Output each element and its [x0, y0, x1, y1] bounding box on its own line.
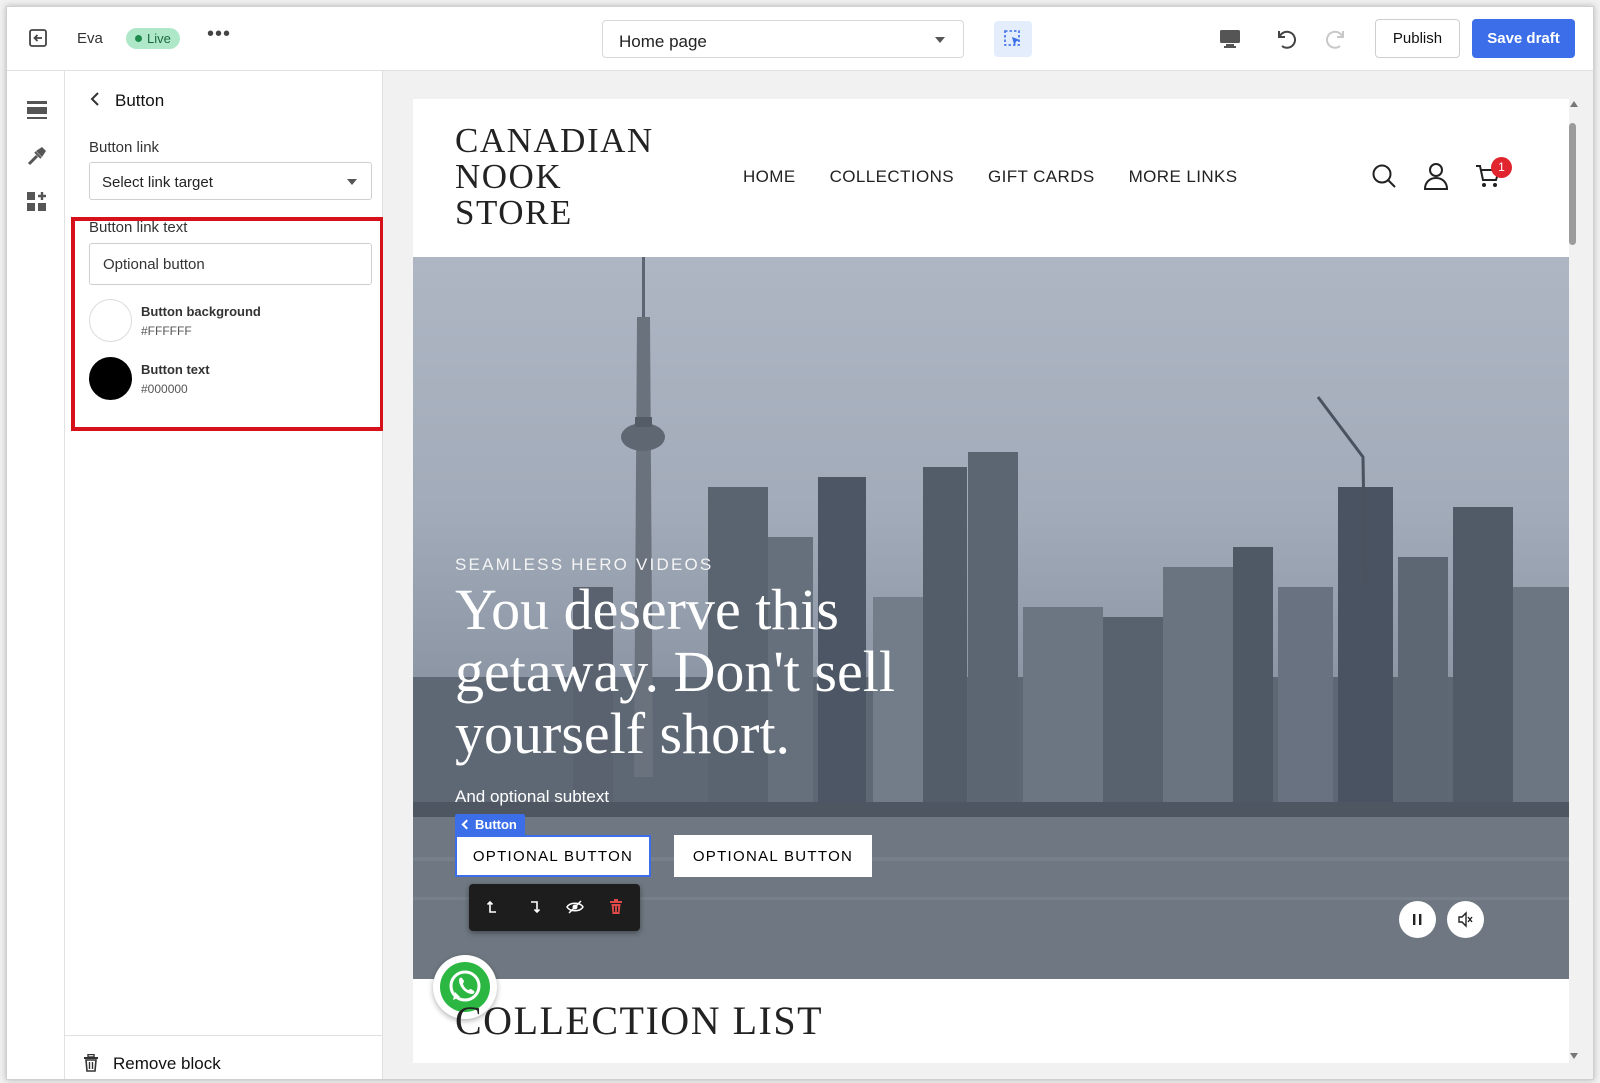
move-down-icon[interactable]	[525, 898, 543, 916]
block-settings-panel: Button Button link Select link target Bu…	[65, 71, 384, 1079]
redo-icon[interactable]	[1325, 27, 1349, 56]
logo-line: NOOK	[455, 157, 563, 196]
scroll-down-arrow-icon[interactable]	[1570, 1053, 1578, 1059]
selected-block-tag[interactable]: Button	[455, 814, 525, 835]
preview-scrollbar[interactable]	[1567, 99, 1579, 1063]
hero-subtext: And optional subtext	[455, 787, 610, 806]
pause-button[interactable]	[1399, 901, 1436, 938]
logo-line: CANADIAN	[455, 121, 654, 160]
block-toolbar	[469, 884, 640, 931]
page-selector[interactable]: Home page	[602, 20, 964, 58]
back-arrow-icon[interactable]	[87, 91, 103, 107]
link-target-value: Select link target	[102, 174, 213, 191]
preview-area: CANADIAN NOOK STORE HOME COLLECTIONS GIF…	[383, 71, 1593, 1079]
inspector-button[interactable]	[994, 21, 1032, 57]
scroll-up-arrow-icon[interactable]	[1570, 101, 1578, 107]
undo-icon[interactable]	[1273, 27, 1297, 56]
editor-window: Eva Live ••• Home page Publish Save draf…	[6, 6, 1594, 1080]
logo-line: STORE	[455, 193, 573, 232]
pause-icon	[1413, 914, 1422, 925]
hide-eye-icon[interactable]	[566, 898, 584, 916]
hero-button-2[interactable]: OPTIONAL BUTTON	[674, 835, 872, 877]
panel-title: Button	[115, 91, 165, 110]
remove-block-button[interactable]: Remove block	[65, 1035, 383, 1079]
search-icon[interactable]	[1371, 163, 1397, 194]
main-nav: HOME COLLECTIONS GIFT CARDS MORE LINKS	[743, 167, 1237, 187]
cart-count-badge: 1	[1491, 157, 1512, 178]
nav-collections[interactable]: COLLECTIONS	[830, 167, 954, 187]
hero-button-1[interactable]: OPTIONAL BUTTON	[455, 835, 651, 877]
chevron-down-icon	[935, 37, 945, 43]
delete-icon[interactable]	[607, 898, 625, 916]
page-selector-value: Home page	[619, 32, 707, 51]
nav-gift-cards[interactable]: GIFT CARDS	[988, 167, 1095, 187]
move-up-icon[interactable]	[484, 898, 502, 916]
theme-settings-icon[interactable]	[26, 145, 48, 167]
chevron-down-icon	[347, 179, 357, 185]
apps-icon[interactable]	[26, 191, 48, 213]
scrollbar-thumb[interactable]	[1569, 123, 1576, 245]
select-cursor-icon	[1004, 30, 1020, 46]
more-menu-button[interactable]: •••	[207, 23, 231, 46]
nav-home[interactable]: HOME	[743, 167, 796, 187]
remove-block-label: Remove block	[113, 1054, 221, 1073]
hero-video-section[interactable]: SEAMLESS HERO VIDEOS You deserve this ge…	[413, 257, 1569, 979]
annotation-highlight-box	[71, 217, 384, 431]
store-preview: CANADIAN NOOK STORE HOME COLLECTIONS GIF…	[413, 99, 1569, 1063]
desktop-view-icon[interactable]	[1219, 29, 1241, 54]
account-icon[interactable]	[1423, 162, 1449, 195]
mute-icon	[1458, 911, 1473, 928]
sections-icon[interactable]	[26, 99, 48, 121]
left-rail	[7, 71, 65, 1079]
top-bar: Eva Live ••• Home page Publish Save draf…	[7, 7, 1593, 71]
store-name: Eva	[77, 30, 103, 47]
hero-eyebrow: SEAMLESS HERO VIDEOS	[455, 555, 714, 574]
mute-button[interactable]	[1447, 901, 1484, 938]
publish-button[interactable]: Publish	[1375, 19, 1460, 58]
store-logo[interactable]: CANADIAN NOOK STORE	[455, 123, 654, 231]
hero-heading: You deserve this getaway. Don't sell you…	[455, 577, 895, 766]
nav-more-links[interactable]: MORE LINKS	[1129, 167, 1238, 187]
exit-icon[interactable]	[27, 27, 49, 49]
trash-icon	[83, 1053, 99, 1077]
link-target-select[interactable]: Select link target	[89, 162, 372, 200]
button-link-label: Button link	[89, 139, 160, 156]
collection-list-title: COLLECTION LIST	[455, 998, 824, 1043]
status-badge: Live	[126, 28, 180, 49]
save-draft-button[interactable]: Save draft	[1472, 19, 1575, 58]
